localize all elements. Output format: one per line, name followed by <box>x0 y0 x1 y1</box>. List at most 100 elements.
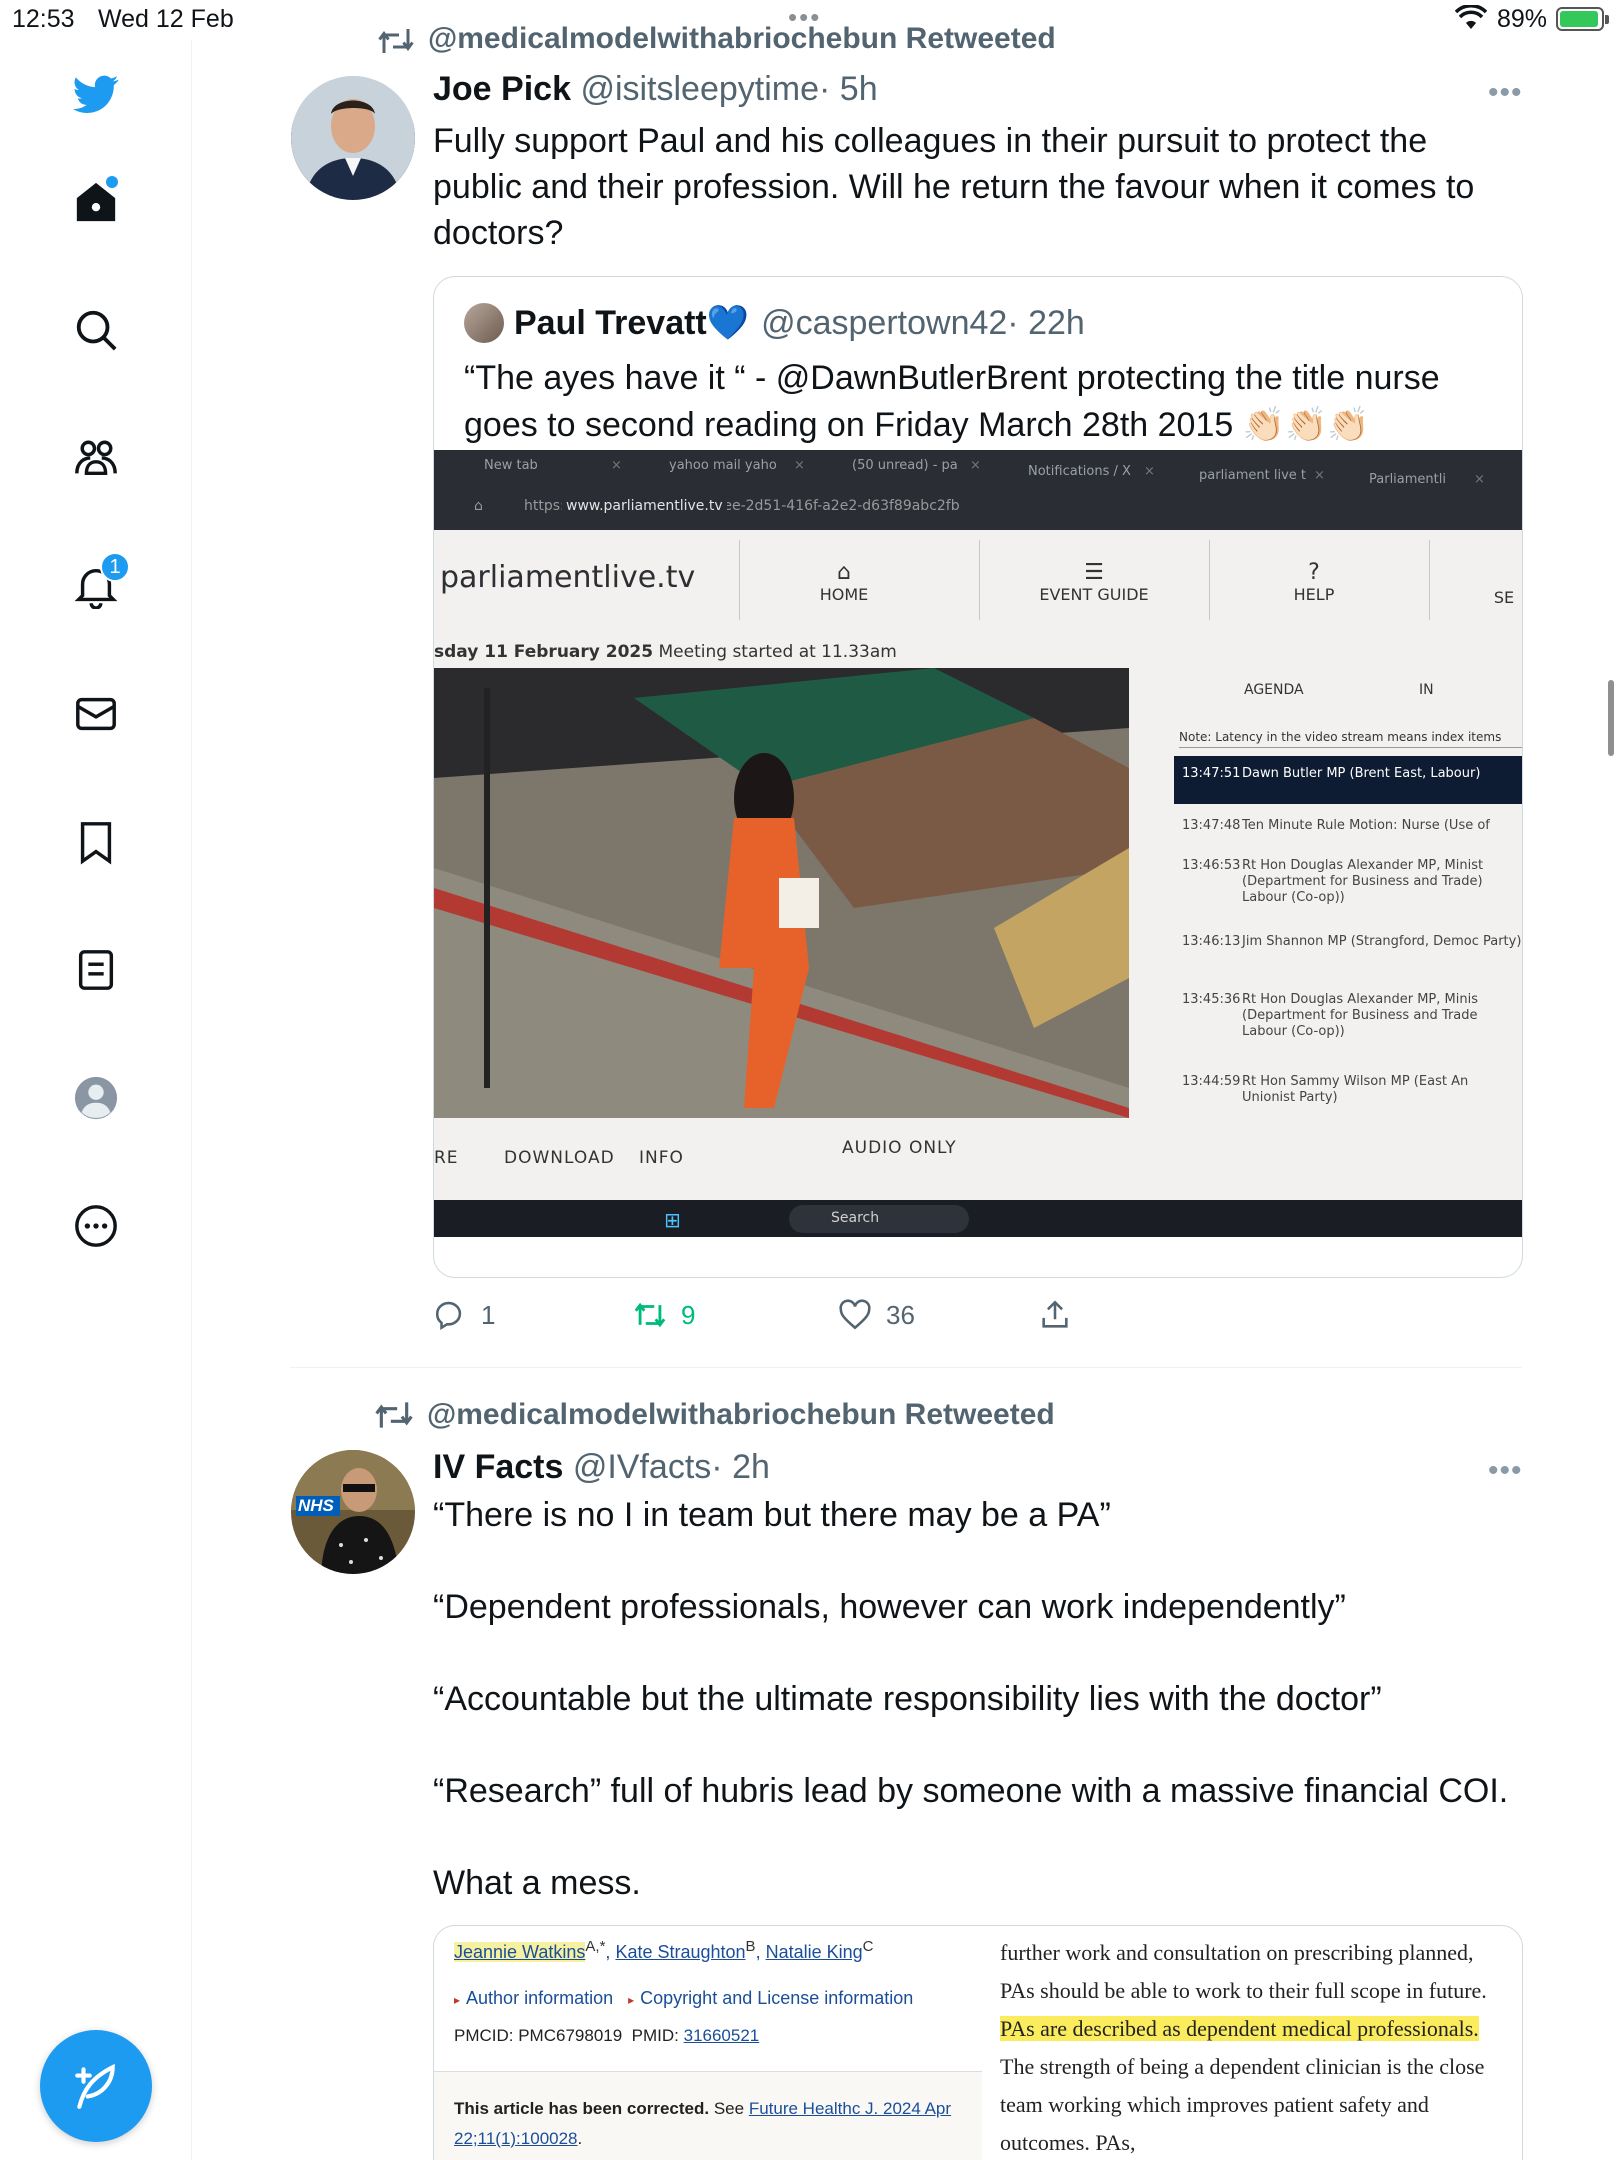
share-button[interactable] <box>1038 1298 1072 1332</box>
retweet-icon <box>378 29 414 53</box>
status-time: 12:53 <box>12 5 75 33</box>
photo-nav-help: ? HELP <box>1293 560 1335 604</box>
notifications-bell-icon[interactable]: 1 <box>66 552 130 616</box>
notifications-badge: 1 <box>100 552 130 582</box>
photo-video-frame <box>434 668 1129 1118</box>
tweet-actions: 1 9 36 <box>433 1298 1133 1338</box>
photo-meeting-line: sday 11 February 2025 Meeting started at… <box>434 642 897 662</box>
photo-agenda-row: 13:46:13 Jim Shannon MP (Strangford, Demo… <box>1182 934 1522 949</box>
wifi-icon <box>1454 4 1488 38</box>
like-count: 36 <box>886 1299 915 1330</box>
photo-tab: yahoo mail yaho <box>669 458 777 473</box>
reply-button[interactable]: 1 <box>433 1298 495 1332</box>
tweet-paragraph: What a mess. <box>433 1864 641 1902</box>
photo-agenda-row: 13:45:36 Rt Hon Douglas Alexander MP, Min… <box>1182 992 1478 1039</box>
retweet-count: 9 <box>681 1299 696 1330</box>
tweet-more-options-icon[interactable]: ••• <box>1488 76 1523 110</box>
search-icon[interactable] <box>66 300 126 360</box>
photo-url-bar: ⌂ https:// /Event/Index/e668dcee-2d51-41… <box>474 498 960 514</box>
photo-tab: (50 unread) - pa <box>852 458 958 473</box>
battery-icon <box>1556 7 1609 31</box>
photo-agenda-row: 13:44:59 Rt Hon Sammy Wilson MP (East An … <box>1182 1074 1469 1105</box>
tweet-text: “There is no I in team but there may be … <box>433 1492 1513 1906</box>
tweet-photo-document[interactable]: Jeannie WatkinsA,*, Kate StraughtonB, Na… <box>433 1925 1523 2160</box>
doc-info-links: ▸ Author information ▸ Copyright and Licen… <box>454 1988 914 2008</box>
tweet-author-line: IV Facts @IVfacts· 2h <box>433 1448 770 1487</box>
author-handle[interactable]: @isitsleepytime <box>580 70 819 108</box>
tweet-time: · 5h <box>819 70 878 108</box>
retweet-button[interactable]: 9 <box>633 1298 695 1332</box>
photo-tab: Notifications / X <box>1028 464 1131 479</box>
doc-pmcid: PMCID: PMC6798019 PMID: 31660521 <box>454 2026 760 2045</box>
retweet-context-label: @medicalmodelwithabriochebun Retweeted <box>428 22 1056 55</box>
reply-count: 1 <box>481 1299 496 1330</box>
photo-site: parliamentlive.tv ⌂ HOME ☰ EVENT GUIDE ? HE… <box>434 530 1522 1200</box>
more-options-circle-icon[interactable] <box>66 1196 126 1256</box>
tweet-text: Fully support Paul and his colleagues in… <box>433 122 1475 252</box>
iv-facts-avatar[interactable]: NHS <box>291 1450 415 1574</box>
retweet-context: @medicalmodelwithabriochebun Retweeted <box>375 1398 1055 1432</box>
photo-taskbar-search: Search <box>789 1205 969 1233</box>
photo-tab: parliament live t <box>1199 468 1307 483</box>
messages-envelope-icon[interactable] <box>66 684 126 744</box>
tweet-paragraph: “Research” full of hubris lead by someon… <box>433 1772 1509 1810</box>
photo-nav-home: ⌂ HOME <box>819 560 869 604</box>
photo-agenda-tabs: AGENDA IN Note: Latency in the video str… <box>1179 668 1522 748</box>
retweet-context-top: @medicalmodelwithabriochebun Retweeted <box>378 22 1056 56</box>
tweet-paragraph: “Dependent professionals, however can wo… <box>433 1588 1346 1626</box>
quoted-author-name[interactable]: Paul Trevatt <box>514 304 707 343</box>
photo-taskbar: ⊞ Search <box>434 1200 1522 1237</box>
photo-latency-note: Note: Latency in the video stream means … <box>1179 730 1502 744</box>
tweet-paragraph: “There is no I in team but there may be … <box>433 1496 1111 1534</box>
feather-plus-icon <box>75 2063 115 2109</box>
nhs-logo: NHS <box>298 1496 334 1515</box>
quoted-author-handle[interactable]: @caspertown42 <box>761 304 1007 343</box>
tweet-photo[interactable]: New tab × yahoo mail yaho × (50 unread) … <box>434 450 1522 1237</box>
heart-icon <box>839 1299 871 1330</box>
like-button[interactable]: 36 <box>838 1298 915 1332</box>
photo-tab: New tab <box>484 458 538 473</box>
battery-percentage: 89% <box>1497 5 1548 33</box>
reply-icon <box>435 1301 462 1331</box>
photo-nav-event-guide: ☰ EVENT GUIDE <box>1039 560 1149 604</box>
quoted-tweet[interactable]: Paul Trevatt 💙 @caspertown42 · 22h “The a… <box>433 276 1523 1278</box>
photo-site-logo: parliamentlive.tv <box>440 560 696 595</box>
communities-icon[interactable] <box>66 428 126 488</box>
tweet-more-options-icon[interactable]: ••• <box>1488 1454 1523 1488</box>
photo-nav-more: SE <box>1493 588 1515 607</box>
tweet-author-line: Joe Pick @isitsleepytime· 5h <box>433 70 878 109</box>
doc-left-column: Jeannie WatkinsA,*, Kate StraughtonB, Na… <box>434 1926 982 2160</box>
sidebar: 1 <box>0 40 192 2160</box>
quoted-tweet-text: “The ayes have it “ - @DawnButlerBrent p… <box>464 359 1440 444</box>
home-unread-dot <box>106 176 118 188</box>
photo-video-controls: RE DOWNLOAD INFO AUDIO ONLY <box>434 1138 957 1168</box>
home-icon[interactable] <box>66 172 126 232</box>
retweet-icon <box>375 1402 413 1428</box>
author-name[interactable]: Joe Pick <box>433 70 571 108</box>
status-date: Wed 12 Feb <box>98 5 234 33</box>
author-name[interactable]: IV Facts <box>433 1448 563 1486</box>
photo-browser-tabs: New tab × yahoo mail yaho × (50 unread) … <box>484 458 1485 487</box>
doc-highlight: PAs are described as dependent medical p… <box>1000 2016 1479 2041</box>
photo-agenda-row: 13:46:53 Rt Hon Douglas Alexander MP, Min… <box>1182 858 1484 905</box>
author-handle[interactable]: @IVfacts <box>573 1448 711 1486</box>
photo-url-domain: www.parliamentlive.tv <box>562 498 727 514</box>
joe-pick-avatar[interactable] <box>291 76 415 200</box>
compose-tweet-button[interactable] <box>40 2030 152 2142</box>
scrollbar[interactable] <box>1608 680 1614 756</box>
photo-agenda-row: 13:47:51 Dawn Butler MP (Brent East, Labo… <box>1174 756 1522 804</box>
twitter-logo-icon[interactable] <box>66 64 126 124</box>
profile-avatar-icon[interactable] <box>66 1068 126 1128</box>
retweet-context-label: @medicalmodelwithabriochebun Retweeted <box>427 1398 1055 1431</box>
tweet-divider <box>290 1367 1522 1368</box>
tweet-paragraph: “Accountable but the ultimate responsibi… <box>433 1680 1382 1718</box>
photo-tab: Parliamentli <box>1369 472 1446 487</box>
lists-icon[interactable] <box>66 940 126 1000</box>
doc-authors: Jeannie WatkinsA,*, Kate StraughtonB, Na… <box>454 1938 874 1962</box>
doc-right-column: further work and consultation on prescri… <box>1000 1940 1487 2155</box>
share-icon <box>1042 1300 1068 1328</box>
doc-correction-notice: This article has been corrected. See Fut… <box>434 2071 982 2160</box>
bookmarks-icon[interactable] <box>66 812 126 872</box>
heart-emoji-icon: 💙 <box>706 304 750 342</box>
quoted-avatar[interactable] <box>464 303 504 343</box>
